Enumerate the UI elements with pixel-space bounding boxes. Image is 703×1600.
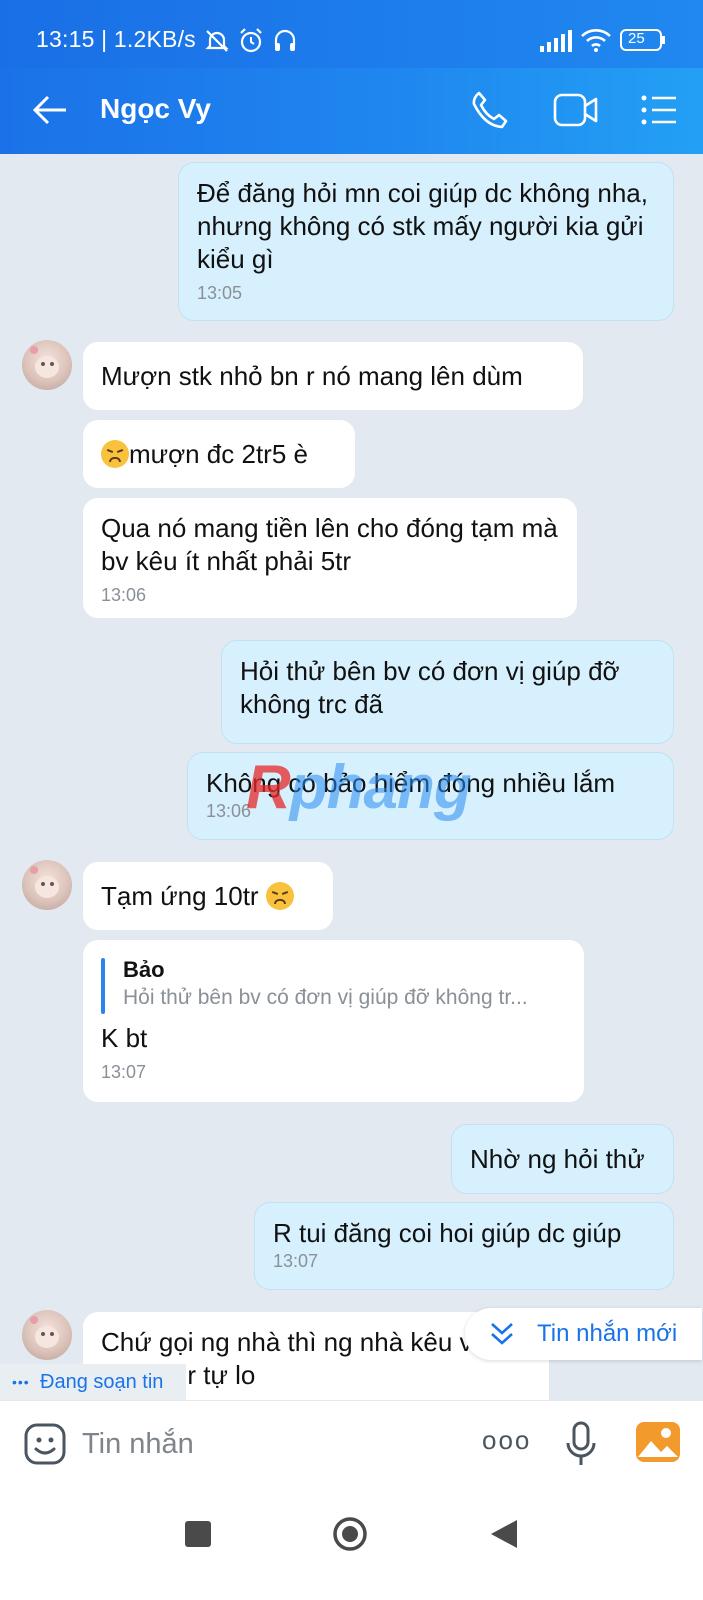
chat-header: Ngọc Vy <box>0 68 703 154</box>
contact-name[interactable]: Ngọc Vy <box>100 93 211 125</box>
home-button-icon[interactable] <box>332 1516 368 1552</box>
typing-label: Đang soạn tin <box>40 1371 164 1393</box>
menu-list-icon[interactable] <box>640 94 678 126</box>
system-navigation-bar <box>0 1482 703 1600</box>
gallery-image-icon[interactable] <box>635 1421 681 1463</box>
signal-icon <box>540 30 572 52</box>
quote-author: Bảo <box>123 957 165 982</box>
contact-avatar[interactable] <box>22 340 72 390</box>
video-call-icon[interactable] <box>553 93 599 127</box>
message-text: K bt <box>101 1023 148 1053</box>
message-text: Tạm ứng 10tr <box>101 881 259 911</box>
back-arrow-icon[interactable] <box>32 94 68 126</box>
message-bubble-incoming[interactable]: Qua nó mang tiền lên cho đóng tạm mà bv … <box>82 497 578 619</box>
message-bubble-outgoing[interactable]: Nhờ ng hỏi thử <box>451 1124 674 1194</box>
message-bubble-incoming[interactable]: mượn đc 2tr5 è <box>82 419 356 489</box>
message-text: Nhờ ng hỏi thử <box>470 1144 645 1174</box>
alarm-icon <box>240 28 262 53</box>
contact-avatar[interactable] <box>22 860 72 910</box>
message-bubble-incoming[interactable]: Mượn stk nhỏ bn r nó mang lên dùm <box>82 341 584 411</box>
status-time-speed: 13:15 | 1.2KB/s <box>36 26 196 52</box>
message-composer: Tin nhắn ooo <box>0 1400 703 1483</box>
message-time: 13:07 <box>273 1251 319 1271</box>
quote-bar <box>101 958 105 1014</box>
back-button-icon[interactable] <box>490 1519 518 1549</box>
sticker-emoji-icon[interactable] <box>24 1423 66 1465</box>
wifi-icon <box>581 29 611 52</box>
typing-dots: ••• <box>12 1374 30 1390</box>
battery-level: 25 <box>628 30 645 47</box>
message-bubble-outgoing[interactable]: Để đăng hỏi mn coi giúp dc không nha, nh… <box>178 162 674 321</box>
quote-text: Hỏi thử bên bv có đơn vị giúp đỡ không t… <box>123 986 528 1009</box>
message-text: Mượn stk nhỏ bn r nó mang lên dùm <box>101 361 523 391</box>
disappointed-emoji-icon <box>265 882 294 910</box>
new-messages-label: Tin nhắn mới <box>537 1320 678 1347</box>
message-time: 13:05 <box>197 283 243 303</box>
message-text: Để đăng hỏi mn coi giúp dc không nha, nh… <box>197 178 648 274</box>
headphones-icon <box>274 29 296 51</box>
quoted-reply[interactable]: Bảo Hỏi thử bên bv có đơn vị giúp đỡ khô… <box>101 956 566 1014</box>
message-time: 13:07 <box>101 1062 147 1082</box>
message-input[interactable]: Tin nhắn <box>82 1428 194 1461</box>
watermark-logo: Rphang <box>246 753 472 822</box>
more-options-icon[interactable]: ooo <box>482 1425 531 1456</box>
message-text: R tui đăng coi hoi giúp dc giúp <box>273 1218 622 1248</box>
message-time: 13:06 <box>101 585 147 605</box>
message-bubble-outgoing[interactable]: Hỏi thử bên bv có đơn vị giúp đỡ không t… <box>221 640 674 744</box>
mute-notification-icon <box>205 30 229 52</box>
status-bar: 13:15 | 1.2KB/s 25 <box>0 0 703 68</box>
double-chevron-down-icon <box>491 1323 513 1345</box>
contact-avatar[interactable] <box>22 1310 72 1360</box>
disappointed-emoji-icon <box>101 440 129 468</box>
message-bubble-incoming[interactable]: Tạm ứng 10tr <box>82 861 334 931</box>
message-bubble-incoming[interactable]: Bảo Hỏi thử bên bv có đơn vị giúp đỡ khô… <box>82 939 585 1103</box>
new-messages-button[interactable]: Tin nhắn mới <box>465 1308 702 1360</box>
recent-apps-button-icon[interactable] <box>184 1520 212 1548</box>
phone-call-icon[interactable] <box>470 90 508 130</box>
message-bubble-outgoing[interactable]: R tui đăng coi hoi giúp dc giúp 13:07 <box>254 1202 674 1290</box>
microphone-icon[interactable] <box>565 1421 597 1467</box>
message-text: Hỏi thử bên bv có đơn vị giúp đỡ không t… <box>240 656 620 719</box>
message-text: mượn đc 2tr5 è <box>129 439 308 469</box>
message-text: Qua nó mang tiền lên cho đóng tạm mà bv … <box>101 513 558 576</box>
typing-indicator: ••• Đang soạn tin <box>0 1364 186 1400</box>
